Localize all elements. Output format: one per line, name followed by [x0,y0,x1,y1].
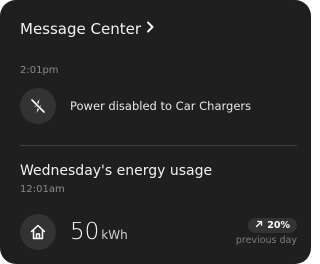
change-badge: 20% [248,218,297,233]
message-text: Power disabled to Car Chargers [70,99,252,113]
message-item[interactable]: Power disabled to Car Chargers [20,88,251,124]
comparison-label: previous day [235,235,297,246]
energy-usage-row[interactable]: 50 kWh [20,214,128,250]
energy-value-number: 50 [70,219,100,245]
message-center-card: Message Center 2:01pm Power disabled to … [0,0,311,264]
chevron-right-icon [145,21,155,36]
arrow-up-right-icon [255,220,263,231]
message-center-header[interactable]: Message Center [20,20,155,38]
message-timestamp: 2:01pm [20,65,59,76]
energy-change: 20% previous day [236,218,297,246]
change-percent: 20% [267,220,290,231]
energy-value-unit: kWh [101,228,128,242]
energy-usage-title: Wednesday's energy usage [20,163,213,179]
message-center-title: Message Center [20,20,141,38]
power-off-icon [20,88,56,124]
home-icon [20,214,56,250]
energy-usage-value: 50 kWh [70,219,128,245]
energy-timestamp: 12:01am [20,184,65,195]
divider [20,145,297,146]
